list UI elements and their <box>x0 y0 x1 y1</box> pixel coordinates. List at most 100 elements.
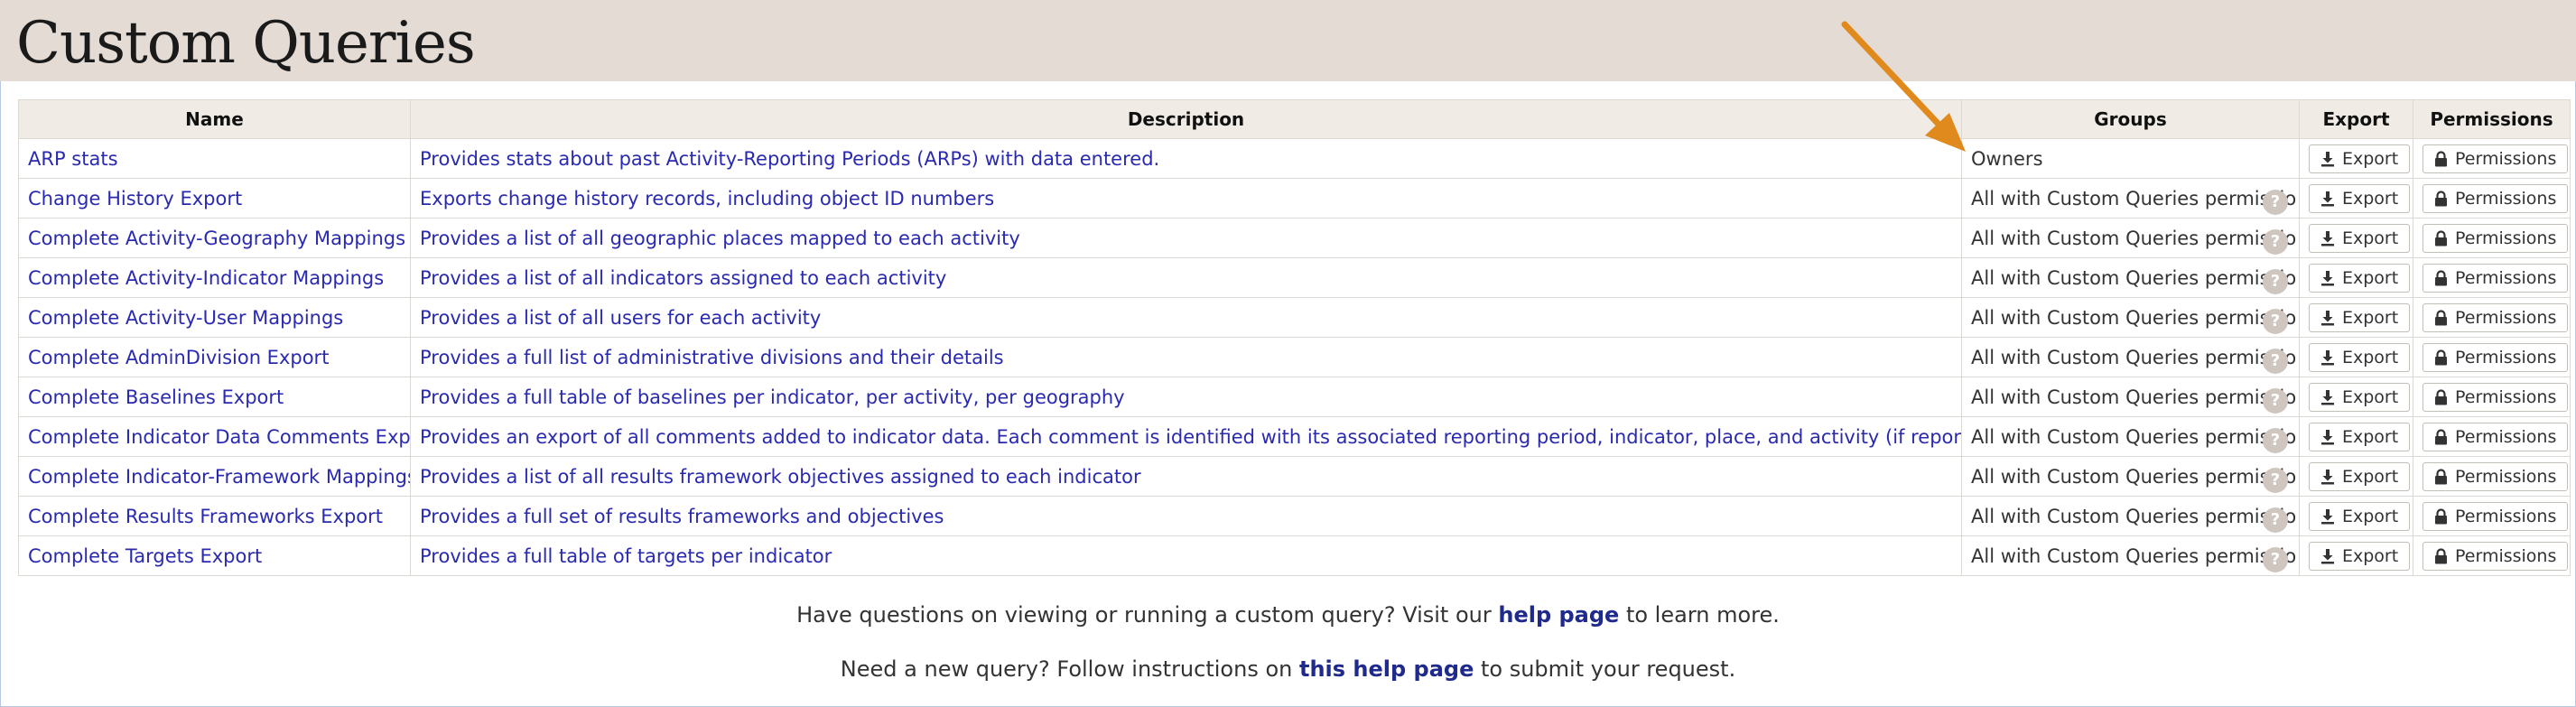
permissions-button[interactable]: Permissions <box>2423 461 2569 491</box>
query-description-link[interactable]: Provides an export of all comments added… <box>420 426 1961 448</box>
permissions-button[interactable]: Permissions <box>2423 342 2569 372</box>
query-description-link[interactable]: Provides a list of all users for each ac… <box>420 307 821 329</box>
lock-icon <box>2434 468 2448 485</box>
permissions-button-label: Permissions <box>2455 307 2557 328</box>
export-button[interactable]: Export <box>2309 302 2411 332</box>
export-cell: Export <box>2299 218 2413 258</box>
query-name-link[interactable]: Complete Indicator Data Comments Export <box>28 426 410 448</box>
query-name-link[interactable]: Complete Targets Export <box>28 545 262 567</box>
export-button-label: Export <box>2342 307 2399 328</box>
question-icon[interactable]: ? <box>2263 388 2288 414</box>
groups-text: All with Custom Queries permissio <box>1971 227 2297 249</box>
query-description-link[interactable]: Provides a list of all geographic places… <box>420 228 1020 249</box>
query-name-link[interactable]: Complete Activity-Geography Mappings <box>28 228 405 249</box>
query-description-link[interactable]: Provides a full table of targets per ind… <box>420 545 832 567</box>
groups-text: All with Custom Queries permissio <box>1971 465 2297 488</box>
question-icon[interactable]: ? <box>2263 428 2288 453</box>
export-button[interactable]: Export <box>2309 501 2411 531</box>
question-icon[interactable]: ? <box>2263 507 2288 533</box>
permissions-button-label: Permissions <box>2455 188 2557 209</box>
permissions-button[interactable]: Permissions <box>2423 302 2569 332</box>
permissions-button[interactable]: Permissions <box>2423 382 2569 412</box>
question-icon[interactable]: ? <box>2263 190 2288 215</box>
permissions-button[interactable]: Permissions <box>2423 422 2569 451</box>
question-icon[interactable]: ? <box>2263 547 2288 572</box>
export-button[interactable]: Export <box>2309 541 2411 571</box>
query-description-link[interactable]: Provides stats about past Activity-Repor… <box>420 148 1159 170</box>
download-icon <box>2320 230 2335 247</box>
groups-text: All with Custom Queries permissio <box>1971 505 2297 527</box>
query-groups-cell: Owners <box>1961 138 2300 179</box>
permissions-button[interactable]: Permissions <box>2423 144 2569 173</box>
query-name-link[interactable]: Complete Activity-Indicator Mappings <box>28 267 384 289</box>
query-description-link[interactable]: Provides a list of all indicators assign… <box>420 267 946 289</box>
query-description-link[interactable]: Provides a list of all results framework… <box>420 466 1141 488</box>
query-description-cell: Provides a full list of administrative d… <box>410 337 1962 377</box>
permissions-button[interactable]: Permissions <box>2423 501 2569 531</box>
export-button[interactable]: Export <box>2309 382 2411 412</box>
export-button[interactable]: Export <box>2309 461 2411 491</box>
permissions-button[interactable]: Permissions <box>2423 183 2569 213</box>
column-header-name[interactable]: Name <box>18 99 411 139</box>
query-description-cell: Provides a list of all results framework… <box>410 456 1962 497</box>
export-button[interactable]: Export <box>2309 342 2411 372</box>
lock-icon <box>2434 309 2448 326</box>
table-header-row: Name Description Groups Export Permissio… <box>18 99 2571 139</box>
query-description-cell: Provides a list of all users for each ac… <box>410 297 1962 338</box>
question-icon[interactable]: ? <box>2263 349 2288 374</box>
page-header: Custom Queries <box>0 0 2576 81</box>
export-button[interactable]: Export <box>2309 223 2411 253</box>
query-name-link[interactable]: ARP stats <box>28 148 118 170</box>
download-icon <box>2320 349 2335 366</box>
question-icon[interactable]: ? <box>2263 229 2288 255</box>
question-icon[interactable]: ? <box>2263 269 2288 294</box>
query-description-link[interactable]: Provides a full list of administrative d… <box>420 347 1004 368</box>
table-row: Complete Baselines Export Provides a full… <box>18 377 2571 417</box>
download-icon <box>2320 508 2335 525</box>
download-icon <box>2320 310 2335 326</box>
permissions-cell: Permissions <box>2413 178 2571 219</box>
query-name-link[interactable]: Complete Activity-User Mappings <box>28 307 343 329</box>
query-description-cell: Provides stats about past Activity-Repor… <box>410 138 1962 179</box>
export-button[interactable]: Export <box>2309 422 2411 451</box>
column-header-description[interactable]: Description <box>410 99 1962 139</box>
permissions-button-label: Permissions <box>2455 386 2557 407</box>
question-icon[interactable]: ? <box>2263 309 2288 334</box>
export-cell: Export <box>2299 138 2413 179</box>
groups-text: All with Custom Queries permissio <box>1971 306 2297 329</box>
query-name-link[interactable]: Complete Results Frameworks Export <box>28 506 383 527</box>
request-help-page-link[interactable]: this help page <box>1299 656 1474 682</box>
export-button-label: Export <box>2342 267 2399 288</box>
lock-icon <box>2434 150 2448 167</box>
column-header-groups[interactable]: Groups <box>1961 99 2300 139</box>
lock-icon <box>2434 388 2448 405</box>
query-name-link[interactable]: Complete Baselines Export <box>28 386 284 408</box>
query-description-link[interactable]: Provides a full set of results framework… <box>420 506 944 527</box>
export-cell: Export <box>2299 377 2413 417</box>
permissions-button[interactable]: Permissions <box>2423 223 2569 253</box>
permissions-cell: Permissions <box>2413 377 2571 417</box>
export-cell: Export <box>2299 178 2413 219</box>
query-groups-cell: All with Custom Queries permissio? <box>1961 178 2300 219</box>
permissions-button[interactable]: Permissions <box>2423 541 2569 571</box>
export-button-label: Export <box>2342 426 2399 447</box>
query-description-link[interactable]: Provides a full table of baselines per i… <box>420 386 1125 408</box>
table-row: Complete Results Frameworks Export Provid… <box>18 496 2571 536</box>
footer-help-text: Have questions on viewing or running a c… <box>796 602 1780 628</box>
table-row: Complete Targets Export Provides a full t… <box>18 535 2571 576</box>
query-name-link[interactable]: Change History Export <box>28 188 242 209</box>
query-name-link[interactable]: Complete AdminDivision Export <box>28 347 329 368</box>
table-row: ARP stats Provides stats about past Activ… <box>18 138 2571 179</box>
permissions-button[interactable]: Permissions <box>2423 263 2569 293</box>
groups-text: All with Custom Queries permissio <box>1971 544 2297 567</box>
query-groups-cell: All with Custom Queries permissio? <box>1961 257 2300 298</box>
query-description-link[interactable]: Exports change history records, includin… <box>420 188 994 209</box>
question-icon[interactable]: ? <box>2263 468 2288 493</box>
export-button[interactable]: Export <box>2309 183 2411 213</box>
export-button[interactable]: Export <box>2309 263 2411 293</box>
help-page-link[interactable]: help page <box>1498 602 1619 628</box>
query-name-link[interactable]: Complete Indicator-Framework Mappings <box>28 466 410 488</box>
export-button[interactable]: Export <box>2309 144 2411 173</box>
table-row: Complete AdminDivision Export Provides a … <box>18 337 2571 377</box>
lock-icon <box>2434 229 2448 247</box>
